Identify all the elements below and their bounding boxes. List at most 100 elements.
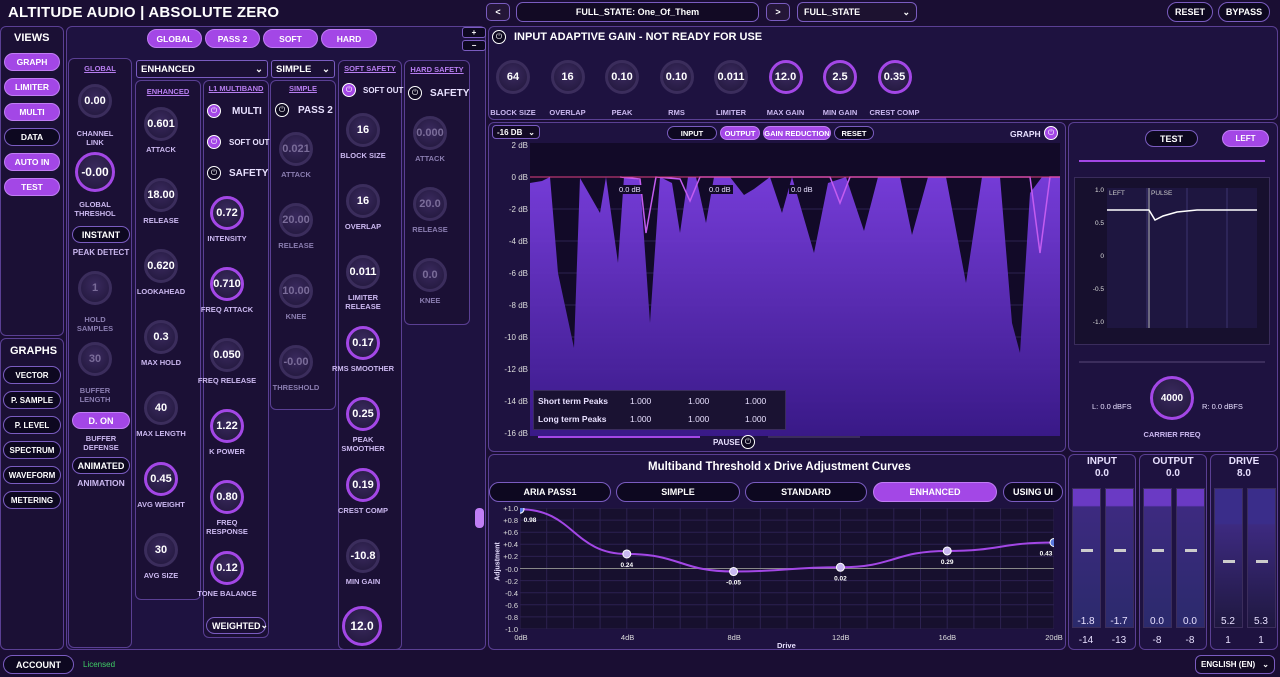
freq-release-knob[interactable]: 0.050 [210, 338, 244, 372]
mode-pass-2-tab[interactable]: PASS 2 [205, 29, 260, 48]
intensity-knob[interactable]: 0.72 [210, 196, 244, 230]
knee-knob[interactable]: 10.00 [279, 274, 313, 308]
meter-input-fader[interactable] [1114, 549, 1126, 552]
adaptive-rms-smoother-knob[interactable]: 0.10 [659, 60, 694, 94]
meter-output-fader[interactable] [1152, 549, 1164, 552]
rms-smoother-knob[interactable]: 0.17 [346, 326, 380, 360]
curve-tab-enhanced[interactable]: ENHANCED [873, 482, 997, 502]
meter-output-fader[interactable] [1185, 549, 1197, 552]
graph-spectrum-button[interactable]: SPECTRUM [3, 441, 61, 459]
d-on-button[interactable]: D. ON [72, 412, 130, 429]
limiter-release-knob[interactable]: 0.011 [346, 255, 380, 289]
add-button[interactable]: + [462, 27, 486, 38]
safety-power-icon[interactable]: ⏻ [207, 166, 221, 180]
view-data-button[interactable]: DATA [4, 128, 60, 146]
view-multi-button[interactable]: MULTI [4, 103, 60, 121]
soft-out-power-icon-2[interactable]: ⏻ [342, 83, 356, 97]
hold-samples-knob[interactable]: 1 [78, 271, 112, 305]
freq-attack-knob[interactable]: 0.710 [210, 267, 244, 301]
panel-scroll-handle[interactable] [475, 508, 484, 528]
freq-response-knob[interactable]: 0.80 [210, 480, 244, 514]
threshold-knob[interactable]: -0.00 [279, 345, 313, 379]
lookahead-knob[interactable]: 0.620 [144, 249, 178, 283]
overlap-knob[interactable]: 16 [346, 184, 380, 218]
curve-point[interactable] [835, 562, 845, 572]
release-knob[interactable]: 18.00 [144, 178, 178, 212]
mode-hard-tab[interactable]: HARD [321, 29, 377, 48]
curve-point[interactable] [1049, 537, 1054, 547]
curve-point[interactable] [729, 567, 739, 577]
buffer-length-knob[interactable]: 30 [78, 342, 112, 376]
global-threshold-knob[interactable]: -0.00 [75, 152, 115, 192]
graph-waveform-button[interactable]: WAVEFORM [3, 466, 61, 484]
adaptive-block-size-knob[interactable]: 64 [496, 60, 530, 94]
meter-drive-fader[interactable] [1223, 560, 1235, 563]
multi-power-icon[interactable]: ⏻ [207, 104, 221, 118]
account-button[interactable]: ACCOUNT [3, 655, 74, 674]
tone-balance-knob[interactable]: 0.12 [210, 551, 244, 585]
attack-knob[interactable]: 0.000 [413, 116, 447, 150]
bypass-button[interactable]: BYPASS [1218, 2, 1270, 22]
max-hold-knob[interactable]: 0.3 [144, 320, 178, 354]
graph-vector-button[interactable]: VECTOR [3, 366, 61, 384]
curve-point[interactable] [622, 549, 632, 559]
view-test-button[interactable]: TEST [4, 178, 60, 196]
peak-smoother-knob[interactable]: 0.25 [346, 397, 380, 431]
knee-knob[interactable]: 0.0 [413, 258, 447, 292]
vector-test-button[interactable]: TEST [1145, 130, 1198, 147]
mode-global-tab[interactable]: GLOBAL [147, 29, 202, 48]
enhanced-select[interactable]: ENHANCED ⌄ [136, 60, 268, 78]
soft-out-power-icon[interactable]: ⏻ [207, 135, 221, 149]
avg-size-knob[interactable]: 30 [144, 533, 178, 567]
graph-input-button[interactable]: INPUT [667, 126, 717, 140]
adaptive-limiter-release-knob[interactable]: 0.011 [714, 60, 748, 94]
curve-tab-standard[interactable]: STANDARD [745, 482, 867, 502]
graph-p-level-button[interactable]: P. LEVEL [3, 416, 61, 434]
adaptive-min-gain-knob[interactable]: 2.5 [823, 60, 857, 94]
graph-power-icon[interactable]: ⏻ [1044, 126, 1058, 140]
view-limiter-button[interactable]: LIMITER [4, 78, 60, 96]
graph-output-button[interactable]: OUTPUT [720, 126, 760, 140]
view-auto-in-button[interactable]: AUTO IN [4, 153, 60, 171]
curve-tab-using-ui[interactable]: USING UI [1003, 482, 1063, 502]
language-select[interactable]: ENGLISH (EN) ⌄ [1195, 655, 1275, 674]
graph-scroll-right[interactable] [768, 436, 860, 438]
instant-button[interactable]: INSTANT [72, 226, 130, 243]
release-knob[interactable]: 20.00 [279, 203, 313, 237]
adaptive-peak-smoother-knob[interactable]: 0.10 [605, 60, 639, 94]
graph-p-sample-button[interactable]: P. SAMPLE [3, 391, 61, 409]
vector-left-button[interactable]: LEFT [1222, 130, 1269, 147]
hard-safety-power-icon[interactable]: ⏻ [408, 86, 422, 100]
graph-gain-reduction-button[interactable]: GAIN REDUCTION [763, 126, 831, 140]
carrier-freq-knob[interactable]: 4000 [1150, 376, 1194, 420]
pass2-power-icon[interactable]: ⏻ [275, 103, 289, 117]
graph-scroll-left[interactable] [538, 436, 700, 438]
view-graph-button[interactable]: GRAPH [4, 53, 60, 71]
preset-next-button[interactable]: > [766, 3, 790, 21]
reset-button[interactable]: RESET [1167, 2, 1213, 22]
remove-button[interactable]: − [462, 40, 486, 51]
k-power-knob[interactable]: 1.22 [210, 409, 244, 443]
range-select[interactable]: -16 DB ⌄ [492, 125, 540, 139]
meter-drive-fader[interactable] [1256, 560, 1268, 563]
block-size-knob[interactable]: 16 [346, 113, 380, 147]
avg-weight-knob[interactable]: 0.45 [144, 462, 178, 496]
pause-power-icon[interactable]: ⏻ [741, 435, 755, 449]
adaptive-power-icon[interactable]: ⏻ [492, 30, 506, 44]
adaptive-overlap-knob[interactable]: 16 [550, 60, 585, 94]
attack-knob[interactable]: 0.021 [279, 132, 313, 166]
min-gain-knob[interactable]: -10.8 [346, 539, 380, 573]
graph-reset-button[interactable]: RESET [834, 126, 874, 140]
curve-tab-aria-pass1[interactable]: ARIA PASS1 [489, 482, 611, 502]
curve-tab-simple[interactable]: SIMPLE [616, 482, 740, 502]
weighted-select[interactable]: WEIGHTED ⌄ [206, 617, 268, 634]
channel-link-knob[interactable]: 0.00 [78, 84, 112, 118]
meter-input-fader[interactable] [1081, 549, 1093, 552]
graph-metering-button[interactable]: METERING [3, 491, 61, 509]
state-select[interactable]: FULL_STATE ⌄ [797, 2, 917, 22]
attack-knob[interactable]: 0.601 [144, 107, 178, 141]
preset-name-display[interactable]: FULL_STATE: One_Of_Them [516, 2, 759, 22]
animated-button[interactable]: ANIMATED [72, 457, 130, 474]
crest-comp-knob[interactable]: 0.19 [346, 468, 380, 502]
preset-prev-button[interactable]: < [486, 3, 510, 21]
